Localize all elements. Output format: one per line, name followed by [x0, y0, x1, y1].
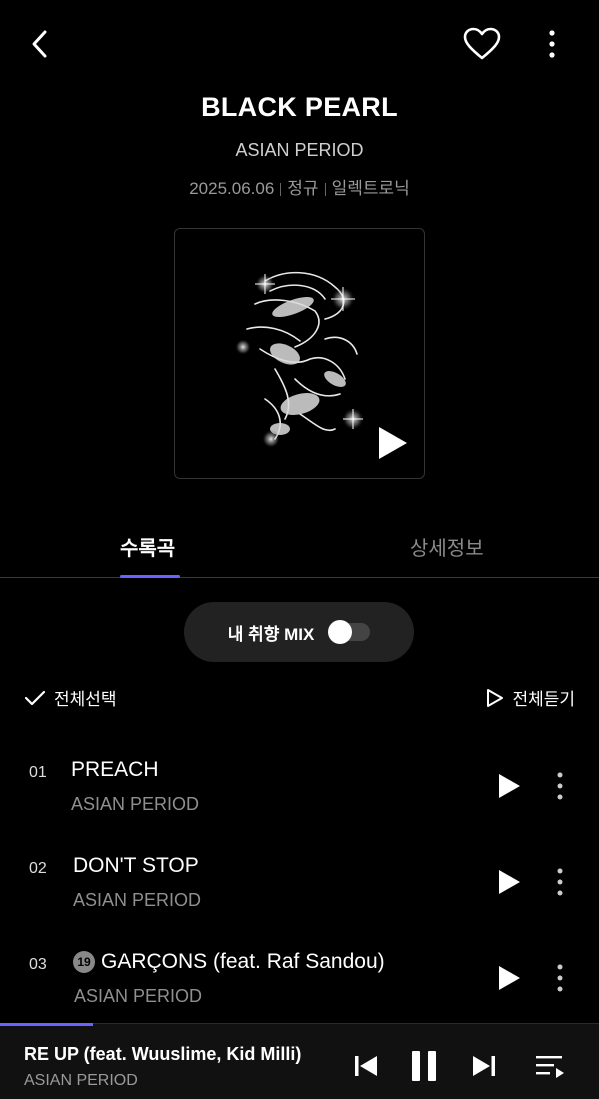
track-row[interactable]: 03 19 GARÇONS (feat. Raf Sandou) ASIAN P… — [0, 944, 599, 1024]
track-row[interactable]: 01 PREACH ASIAN PERIOD — [0, 752, 599, 832]
play-icon[interactable] — [496, 772, 522, 800]
track-title: PREACH — [71, 758, 159, 781]
tab-details[interactable]: 상세정보 — [410, 532, 484, 561]
select-all-button[interactable]: 전체선택 — [24, 685, 117, 710]
more-vertical-icon[interactable] — [550, 866, 570, 898]
playback-progress-bar[interactable] — [0, 1023, 93, 1026]
pause-icon[interactable] — [410, 1050, 438, 1082]
album-title: BLACK PEARL — [201, 92, 398, 122]
more-button[interactable] — [538, 26, 566, 62]
album-meta: 2025.06.06 정규 일렉트로닉 — [0, 174, 599, 199]
like-button[interactable] — [462, 24, 502, 64]
toggle-knob — [328, 620, 353, 644]
play-all-button[interactable]: 전체듣기 — [486, 685, 575, 710]
track-artist[interactable]: ASIAN PERIOD — [74, 986, 202, 1007]
playlist-queue-icon[interactable] — [534, 1054, 566, 1078]
play-icon[interactable] — [496, 964, 522, 992]
check-icon — [24, 690, 46, 705]
mini-player[interactable]: RE UP (feat. Wuuslime, Kid Milli) ASIAN … — [0, 1023, 599, 1099]
select-all-label: 전체선택 — [54, 690, 117, 709]
now-playing-artist[interactable]: ASIAN PERIOD — [24, 1072, 138, 1090]
play-outline-icon — [487, 688, 504, 707]
chevron-left-icon — [32, 30, 47, 58]
back-button[interactable] — [22, 26, 58, 62]
album-type: 정규 — [287, 179, 319, 198]
play-all-label: 전체듣기 — [512, 690, 575, 709]
previous-track-icon[interactable] — [352, 1054, 380, 1078]
meta-separator — [280, 183, 282, 197]
release-date: 2025.06.06 — [189, 179, 275, 198]
now-playing-title[interactable]: RE UP (feat. Wuuslime, Kid Milli) — [24, 1044, 301, 1065]
track-title-wrap: 19 GARÇONS (feat. Raf Sandou) — [73, 950, 385, 974]
active-tab-indicator — [120, 575, 180, 578]
tab-tracks[interactable]: 수록곡 — [120, 532, 175, 561]
mix-toggle-switch[interactable] — [328, 620, 371, 644]
more-vertical-icon[interactable] — [550, 770, 570, 802]
album-artist[interactable]: ASIAN PERIOD — [0, 140, 599, 161]
top-bar — [0, 0, 599, 90]
track-number: 01 — [29, 764, 47, 781]
mix-label: 내 취향 MIX — [227, 624, 315, 644]
album-genre: 일렉트로닉 — [331, 179, 410, 198]
track-title: GARÇONS (feat. Raf Sandou) — [101, 950, 385, 973]
track-number: 03 — [29, 956, 47, 973]
track-artist[interactable]: ASIAN PERIOD — [73, 890, 201, 911]
more-vertical-icon — [549, 30, 555, 58]
next-track-icon[interactable] — [470, 1054, 498, 1078]
track-row[interactable]: 02 DON'T STOP ASIAN PERIOD — [0, 848, 599, 928]
heart-outline-icon — [463, 27, 501, 60]
album-cover[interactable] — [174, 228, 425, 479]
play-icon[interactable] — [375, 425, 409, 461]
track-number: 02 — [29, 860, 47, 877]
meta-separator — [324, 183, 326, 197]
track-artist[interactable]: ASIAN PERIOD — [71, 794, 199, 815]
track-title: DON'T STOP — [73, 854, 199, 877]
play-icon[interactable] — [496, 868, 522, 896]
more-vertical-icon[interactable] — [550, 962, 570, 994]
mix-toggle-pill[interactable]: 내 취향 MIX — [184, 602, 414, 662]
age-19-badge: 19 — [73, 951, 95, 973]
tab-bar: 수록곡 상세정보 — [0, 520, 599, 578]
